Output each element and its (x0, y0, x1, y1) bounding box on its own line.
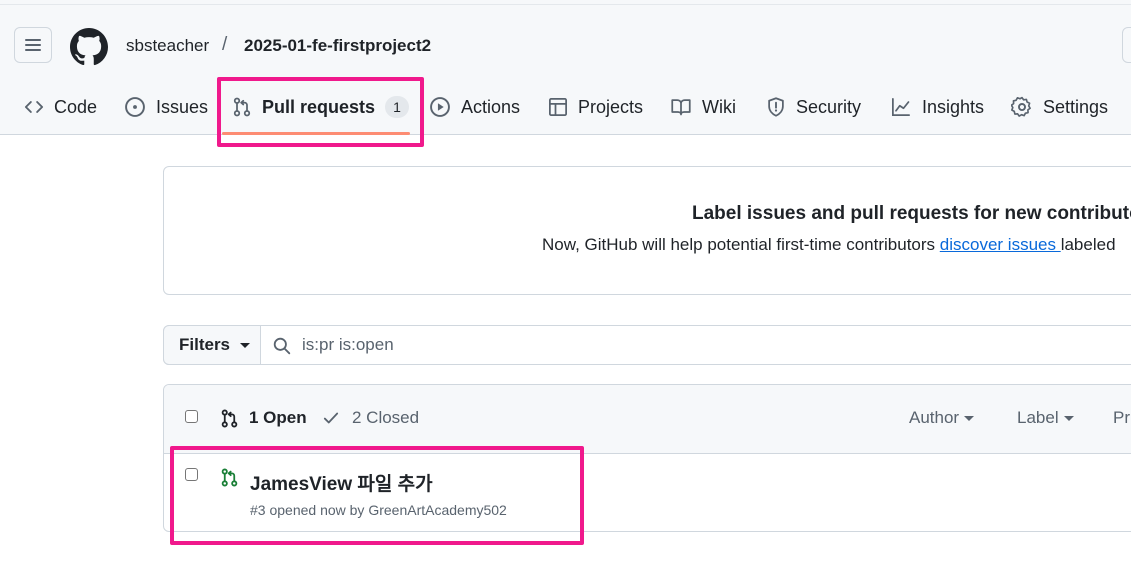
tab-label: Issues (156, 96, 209, 117)
highlight-box-tab (217, 77, 424, 147)
tab-label: Actions (461, 96, 521, 117)
tab-wiki[interactable]: Wiki (670, 92, 736, 122)
tab-label: Projects (578, 96, 644, 117)
check-icon (323, 412, 339, 424)
repo-name-link[interactable]: 2025-01-fe-firstproject2 (244, 36, 431, 56)
tab-label: Settings (1043, 96, 1109, 117)
select-all-checkbox[interactable] (185, 410, 198, 423)
closed-count-label: 2 Closed (352, 408, 420, 427)
banner-title: Label issues and pull requests for new c… (692, 203, 1131, 224)
list-header (164, 385, 1131, 454)
gear-icon (1011, 96, 1031, 117)
github-logo-icon[interactable] (70, 28, 108, 66)
closed-filter-link[interactable]: 2 Closed (322, 408, 419, 428)
code-icon (24, 101, 44, 113)
tab-projects[interactable]: Projects (548, 92, 643, 122)
banner-text-suffix: labeled (1060, 235, 1116, 254)
tab-issues[interactable]: Issues (124, 92, 208, 122)
tab-code[interactable]: Code (24, 92, 97, 122)
label-dropdown[interactable]: Label (1017, 408, 1074, 428)
projects-dropdown[interactable]: Pr (1113, 408, 1130, 428)
issue-opened-icon (125, 97, 145, 117)
tab-label: Wiki (702, 96, 736, 117)
tab-label: Code (54, 96, 98, 117)
projects-label: Pr (1113, 408, 1130, 427)
label-label: Label (1017, 408, 1059, 427)
shield-icon (768, 97, 784, 117)
breadcrumb-separator: / (222, 34, 228, 55)
tab-label: Security (796, 96, 862, 117)
open-count-label: 1 Open (249, 408, 307, 427)
caret-down-icon (1063, 415, 1074, 421)
filters-button[interactable]: Filters (163, 325, 261, 365)
highlight-box-pr (170, 446, 584, 545)
tab-insights[interactable]: Insights (890, 92, 984, 122)
table-icon (549, 98, 567, 116)
author-dropdown[interactable]: Author (909, 408, 975, 428)
divider (0, 4, 1131, 5)
banner-text: Now, GitHub will help potential first-ti… (542, 235, 1116, 255)
graph-icon (892, 98, 910, 116)
tab-security[interactable]: Security (766, 92, 861, 122)
play-icon (430, 97, 450, 117)
tab-label: Insights (922, 96, 985, 117)
menu-button[interactable] (14, 27, 52, 63)
search-query: is:pr is:open (302, 335, 394, 354)
book-icon (671, 99, 691, 116)
caret-down-icon (964, 415, 975, 421)
discover-issues-link[interactable]: discover issues (940, 235, 1061, 254)
search-icon (273, 337, 291, 355)
git-pull-request-icon (221, 409, 238, 427)
contributor-banner (163, 166, 1131, 295)
open-filter-link[interactable]: 1 Open (220, 408, 307, 428)
repo-owner-link[interactable]: sbsteacher (126, 36, 209, 56)
author-label: Author (909, 408, 960, 427)
banner-text-prefix: Now, GitHub will help potential first-ti… (542, 235, 940, 254)
hamburger-icon (25, 39, 41, 51)
tab-actions[interactable]: Actions (429, 92, 520, 122)
tab-settings[interactable]: Settings (1011, 92, 1108, 122)
filters-label: Filters (179, 335, 231, 354)
caret-down-icon (240, 342, 251, 348)
search-button[interactable] (1122, 27, 1131, 63)
